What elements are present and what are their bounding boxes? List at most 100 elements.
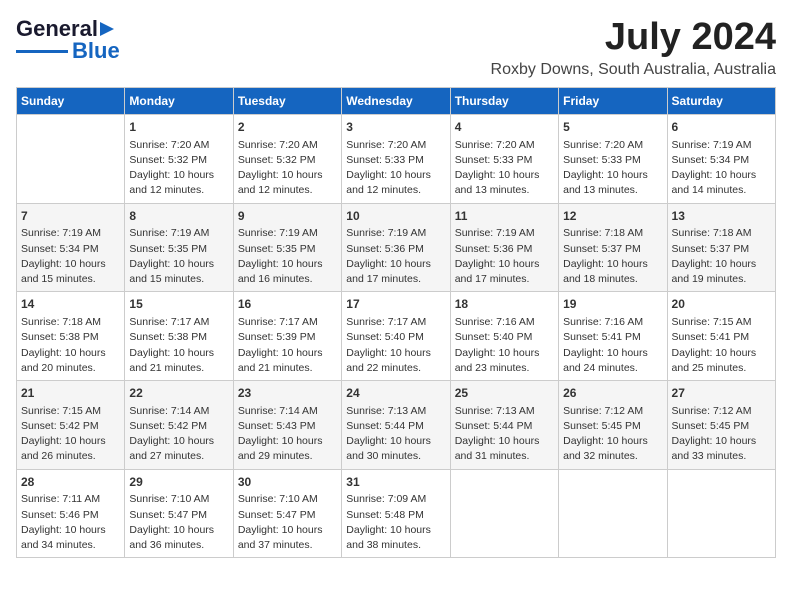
day-number: 22 — [129, 385, 228, 402]
calendar-cell: 1Sunrise: 7:20 AM Sunset: 5:32 PM Daylig… — [125, 115, 233, 204]
cell-content: Sunrise: 7:13 AM Sunset: 5:44 PM Dayligh… — [455, 404, 554, 465]
title-section: July 2024 Roxby Downs, South Australia, … — [491, 16, 776, 79]
day-number: 13 — [672, 208, 771, 225]
day-number: 14 — [21, 296, 120, 313]
day-header-friday: Friday — [559, 88, 667, 115]
day-number: 20 — [672, 296, 771, 313]
calendar-cell: 10Sunrise: 7:19 AM Sunset: 5:36 PM Dayli… — [342, 203, 450, 292]
calendar-cell: 13Sunrise: 7:18 AM Sunset: 5:37 PM Dayli… — [667, 203, 775, 292]
cell-content: Sunrise: 7:14 AM Sunset: 5:42 PM Dayligh… — [129, 404, 228, 465]
cell-content: Sunrise: 7:09 AM Sunset: 5:48 PM Dayligh… — [346, 492, 445, 553]
cell-content: Sunrise: 7:19 AM Sunset: 5:35 PM Dayligh… — [129, 226, 228, 287]
calendar-cell: 29Sunrise: 7:10 AM Sunset: 5:47 PM Dayli… — [125, 469, 233, 558]
day-number: 26 — [563, 385, 662, 402]
calendar-cell: 4 Sunrise: 7:20 AM Sunset: 5:33 PM Daylig… — [450, 115, 558, 204]
cell-content: Sunrise: 7:19 AM Sunset: 5:35 PM Dayligh… — [238, 226, 337, 287]
day-number: 6 — [672, 119, 771, 136]
calendar-cell: 15 Sunrise: 7:17 AM Sunset: 5:38 PM Dayli… — [125, 292, 233, 381]
calendar-cell: 5 Sunrise: 7:20 AM Sunset: 5:33 PM Daylig… — [559, 115, 667, 204]
page-header: General Blue July 2024 Roxby Downs, Sout… — [16, 16, 776, 79]
cell-content: Sunrise: 7:18 AM Sunset: 5:37 PM Dayligh… — [672, 226, 771, 287]
calendar-cell — [450, 469, 558, 558]
cell-content: Sunrise: 7:20 AM Sunset: 5:33 PM Dayligh… — [455, 138, 554, 199]
calendar-cell: 2 Sunrise: 7:20 AM Sunset: 5:32 PM Daylig… — [233, 115, 341, 204]
calendar-cell: 6 Sunrise: 7:19 AM Sunset: 5:34 PM Daylig… — [667, 115, 775, 204]
day-number: 19 — [563, 296, 662, 313]
cell-content: Sunrise: 7:13 AM Sunset: 5:44 PM Dayligh… — [346, 404, 445, 465]
cell-content: Sunrise: 7:20 AM Sunset: 5:32 PM Dayligh… — [129, 138, 228, 199]
calendar-cell: 25Sunrise: 7:13 AM Sunset: 5:44 PM Dayli… — [450, 381, 558, 470]
logo: General Blue — [16, 16, 122, 64]
day-number: 29 — [129, 474, 228, 491]
day-number: 5 — [563, 119, 662, 136]
week-row-2: 7Sunrise: 7:19 AM Sunset: 5:34 PM Daylig… — [17, 203, 776, 292]
cell-content: Sunrise: 7:11 AM Sunset: 5:46 PM Dayligh… — [21, 492, 120, 553]
day-number: 8 — [129, 208, 228, 225]
day-number: 16 — [238, 296, 337, 313]
cell-content: Sunrise: 7:15 AM Sunset: 5:42 PM Dayligh… — [21, 404, 120, 465]
calendar-cell: 12Sunrise: 7:18 AM Sunset: 5:37 PM Dayli… — [559, 203, 667, 292]
day-header-tuesday: Tuesday — [233, 88, 341, 115]
logo-underline — [16, 50, 68, 53]
calendar-cell: 22 Sunrise: 7:14 AM Sunset: 5:42 PM Dayli… — [125, 381, 233, 470]
cell-content: Sunrise: 7:18 AM Sunset: 5:37 PM Dayligh… — [563, 226, 662, 287]
cell-content: Sunrise: 7:20 AM Sunset: 5:32 PM Dayligh… — [238, 138, 337, 199]
calendar-cell — [667, 469, 775, 558]
day-number: 3 — [346, 119, 445, 136]
week-row-5: 28Sunrise: 7:11 AM Sunset: 5:46 PM Dayli… — [17, 469, 776, 558]
week-row-4: 21 Sunrise: 7:15 AM Sunset: 5:42 PM Dayli… — [17, 381, 776, 470]
day-number: 24 — [346, 385, 445, 402]
calendar-cell: 19Sunrise: 7:16 AM Sunset: 5:41 PM Dayli… — [559, 292, 667, 381]
calendar-cell: 20 Sunrise: 7:15 AM Sunset: 5:41 PM Dayli… — [667, 292, 775, 381]
calendar-body: 1Sunrise: 7:20 AM Sunset: 5:32 PM Daylig… — [17, 115, 776, 558]
day-number: 9 — [238, 208, 337, 225]
day-number: 7 — [21, 208, 120, 225]
day-number: 12 — [563, 208, 662, 225]
day-header-saturday: Saturday — [667, 88, 775, 115]
cell-content: Sunrise: 7:17 AM Sunset: 5:39 PM Dayligh… — [238, 315, 337, 376]
day-number: 27 — [672, 385, 771, 402]
calendar-cell: 26 Sunrise: 7:12 AM Sunset: 5:45 PM Dayli… — [559, 381, 667, 470]
day-number: 11 — [455, 208, 554, 225]
calendar-cell: 18 Sunrise: 7:16 AM Sunset: 5:40 PM Dayli… — [450, 292, 558, 381]
calendar-cell: 27 Sunrise: 7:12 AM Sunset: 5:45 PM Dayli… — [667, 381, 775, 470]
calendar-cell: 14 Sunrise: 7:18 AM Sunset: 5:38 PM Dayli… — [17, 292, 125, 381]
calendar-table: SundayMondayTuesdayWednesdayThursdayFrid… — [16, 87, 776, 558]
day-header-wednesday: Wednesday — [342, 88, 450, 115]
location-title: Roxby Downs, South Australia, Australia — [491, 61, 776, 79]
day-number: 2 — [238, 119, 337, 136]
cell-content: Sunrise: 7:18 AM Sunset: 5:38 PM Dayligh… — [21, 315, 120, 376]
week-row-3: 14 Sunrise: 7:18 AM Sunset: 5:38 PM Dayli… — [17, 292, 776, 381]
calendar-cell — [559, 469, 667, 558]
calendar-cell: 11Sunrise: 7:19 AM Sunset: 5:36 PM Dayli… — [450, 203, 558, 292]
day-number: 15 — [129, 296, 228, 313]
calendar-header-row: SundayMondayTuesdayWednesdayThursdayFrid… — [17, 88, 776, 115]
cell-content: Sunrise: 7:20 AM Sunset: 5:33 PM Dayligh… — [563, 138, 662, 199]
day-number: 10 — [346, 208, 445, 225]
month-title: July 2024 — [491, 16, 776, 59]
day-number: 31 — [346, 474, 445, 491]
cell-content: Sunrise: 7:12 AM Sunset: 5:45 PM Dayligh… — [563, 404, 662, 465]
day-number: 28 — [21, 474, 120, 491]
logo-arrow-icon — [100, 20, 122, 38]
calendar-cell: 31Sunrise: 7:09 AM Sunset: 5:48 PM Dayli… — [342, 469, 450, 558]
calendar-cell: 30Sunrise: 7:10 AM Sunset: 5:47 PM Dayli… — [233, 469, 341, 558]
day-number: 18 — [455, 296, 554, 313]
day-number: 4 — [455, 119, 554, 136]
cell-content: Sunrise: 7:10 AM Sunset: 5:47 PM Dayligh… — [238, 492, 337, 553]
day-number: 21 — [21, 385, 120, 402]
cell-content: Sunrise: 7:12 AM Sunset: 5:45 PM Dayligh… — [672, 404, 771, 465]
calendar-cell: 8Sunrise: 7:19 AM Sunset: 5:35 PM Daylig… — [125, 203, 233, 292]
cell-content: Sunrise: 7:19 AM Sunset: 5:34 PM Dayligh… — [672, 138, 771, 199]
week-row-1: 1Sunrise: 7:20 AM Sunset: 5:32 PM Daylig… — [17, 115, 776, 204]
cell-content: Sunrise: 7:15 AM Sunset: 5:41 PM Dayligh… — [672, 315, 771, 376]
cell-content: Sunrise: 7:17 AM Sunset: 5:38 PM Dayligh… — [129, 315, 228, 376]
cell-content: Sunrise: 7:17 AM Sunset: 5:40 PM Dayligh… — [346, 315, 445, 376]
calendar-cell: 23Sunrise: 7:14 AM Sunset: 5:43 PM Dayli… — [233, 381, 341, 470]
cell-content: Sunrise: 7:16 AM Sunset: 5:40 PM Dayligh… — [455, 315, 554, 376]
cell-content: Sunrise: 7:14 AM Sunset: 5:43 PM Dayligh… — [238, 404, 337, 465]
calendar-cell: 21 Sunrise: 7:15 AM Sunset: 5:42 PM Dayli… — [17, 381, 125, 470]
day-header-monday: Monday — [125, 88, 233, 115]
day-header-thursday: Thursday — [450, 88, 558, 115]
calendar-cell: 28Sunrise: 7:11 AM Sunset: 5:46 PM Dayli… — [17, 469, 125, 558]
